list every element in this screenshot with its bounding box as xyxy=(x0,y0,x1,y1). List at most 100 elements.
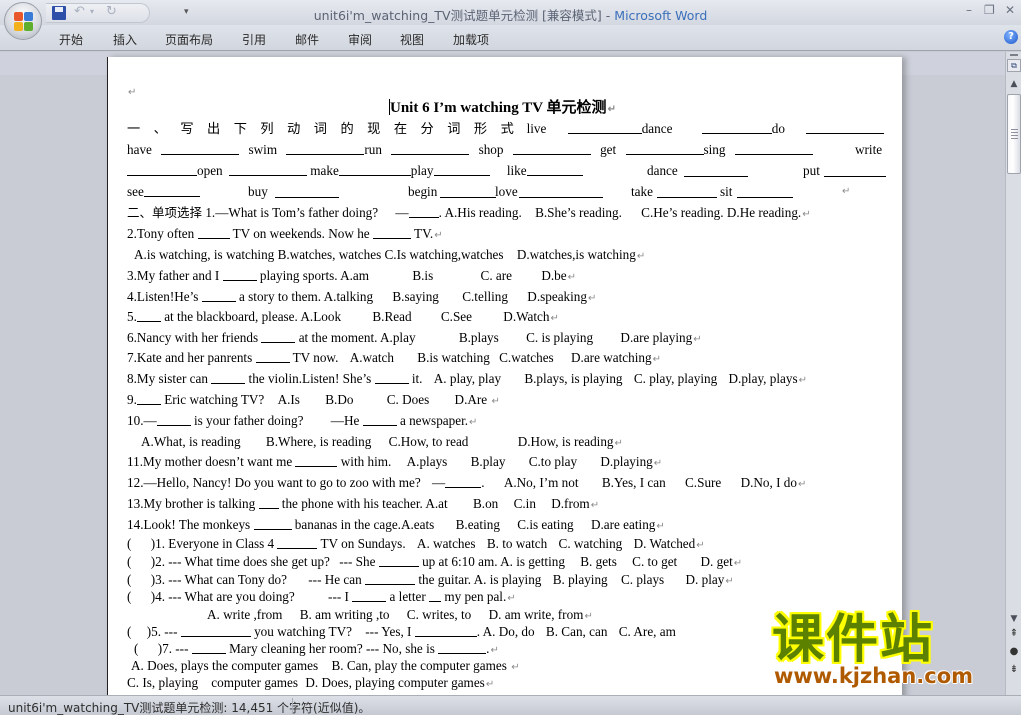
document-page[interactable]: ↵ Unit 6 I’m watching TV 单元检测↵ 一、写出下列动词的… xyxy=(107,57,902,695)
answer-blank[interactable] xyxy=(201,289,236,302)
paren-question-4-options: A. write ,from B. am writing ,to C. writ… xyxy=(207,606,593,624)
scroll-up-arrow-icon[interactable]: ▲ xyxy=(1006,76,1021,92)
word-count-status[interactable]: unit6i'm_watching_TV测试题单元检测: 14,451 个字符(… xyxy=(8,699,370,715)
vertical-scrollbar[interactable]: ⧉ ▲ ▼ ⇞ ● ⇟ xyxy=(1005,52,1021,695)
option-a: playing sports. A.am xyxy=(259,268,370,283)
select-browse-object-icon[interactable]: ● xyxy=(1006,646,1021,657)
answer-blank[interactable] xyxy=(286,142,365,155)
answer-blank[interactable] xyxy=(222,268,257,281)
answer-blank[interactable] xyxy=(433,163,490,176)
empty-paragraph: ↵ xyxy=(127,82,136,100)
answer-blank[interactable] xyxy=(391,142,470,155)
answer-blank[interactable] xyxy=(519,185,603,198)
paren-question-1: ( )1. Everyone in Class 4 TV on Sundays.… xyxy=(127,535,705,553)
answer-blank[interactable] xyxy=(824,164,886,177)
answer-blank[interactable] xyxy=(408,205,439,218)
option-a: A. write ,from xyxy=(207,607,283,622)
answer-blank[interactable] xyxy=(374,371,409,384)
question-text: --- She xyxy=(339,554,376,569)
verb: love xyxy=(495,184,518,199)
question-2-options: A.is watching, is watching B.watches, wa… xyxy=(134,246,645,264)
answer-blank[interactable] xyxy=(136,309,161,322)
answer-blank[interactable] xyxy=(352,589,387,602)
tab-mailings[interactable]: 邮件 xyxy=(295,31,319,48)
answer-blank[interactable] xyxy=(526,163,583,176)
option-b: B.on xyxy=(473,496,499,511)
answer-blank[interactable] xyxy=(295,454,338,467)
option-c: C. Are, am xyxy=(618,624,676,639)
office-button[interactable] xyxy=(4,2,42,40)
answer-paren[interactable]: ( xyxy=(127,624,131,639)
answer-blank[interactable] xyxy=(429,589,442,602)
answer-blank[interactable] xyxy=(338,163,411,176)
tab-review[interactable]: 审阅 xyxy=(348,31,372,48)
question-text: —He xyxy=(330,413,360,428)
answer-blank[interactable] xyxy=(684,164,748,177)
option-a: A. Does, plays the computer games xyxy=(131,658,319,673)
paragraph-mark: ↵ xyxy=(507,593,516,604)
question-text: 9. xyxy=(127,392,137,407)
answer-blank[interactable] xyxy=(211,371,246,384)
tab-view[interactable]: 视图 xyxy=(400,31,424,48)
tab-home[interactable]: 开始 xyxy=(59,31,83,48)
previous-page-icon[interactable]: ⇞ xyxy=(1006,628,1021,639)
answer-blank[interactable] xyxy=(253,517,292,530)
answer-paren[interactable]: ( xyxy=(127,572,131,587)
answer-blank[interactable] xyxy=(255,350,290,363)
answer-blank[interactable] xyxy=(806,121,885,134)
minimize-button[interactable]: – xyxy=(966,3,972,17)
answer-blank[interactable] xyxy=(143,184,200,197)
answer-blank[interactable] xyxy=(372,226,411,239)
question-text: TV. xyxy=(414,226,434,241)
scroll-down-arrow-icon[interactable]: ▼ xyxy=(1006,612,1021,626)
options-text: A.is watching, is watching B.watches, wa… xyxy=(134,247,504,262)
answer-blank[interactable] xyxy=(261,330,296,343)
answer-paren[interactable]: ( xyxy=(127,589,131,604)
answer-paren[interactable]: ( xyxy=(127,536,131,551)
option-d: D.be xyxy=(541,268,567,283)
answer-blank[interactable] xyxy=(191,641,226,654)
answer-blank[interactable] xyxy=(228,163,307,176)
answer-blank[interactable] xyxy=(365,572,416,585)
tab-insert[interactable]: 插入 xyxy=(113,31,137,48)
restore-button[interactable]: ❐ xyxy=(984,3,995,17)
answer-blank[interactable] xyxy=(180,624,251,637)
tab-page-layout[interactable]: 页面布局 xyxy=(165,31,213,48)
answer-blank[interactable] xyxy=(127,163,197,176)
answer-blank[interactable] xyxy=(414,624,477,637)
answer-blank[interactable] xyxy=(258,496,279,509)
answer-blank[interactable] xyxy=(625,142,704,155)
tab-add-ins[interactable]: 加载项 xyxy=(453,31,489,48)
answer-blank[interactable] xyxy=(378,554,419,567)
answer-blank[interactable] xyxy=(737,185,793,198)
scroll-thumb[interactable] xyxy=(1007,94,1021,174)
answer-blank[interactable] xyxy=(657,185,717,198)
answer-paren[interactable]: ( xyxy=(127,554,131,569)
verb: dance xyxy=(647,163,678,178)
answer-blank[interactable] xyxy=(701,121,772,134)
view-ruler-icon[interactable]: ⧉ xyxy=(1007,59,1021,72)
answer-blank[interactable] xyxy=(156,413,191,426)
answer-blank[interactable] xyxy=(275,185,339,198)
answer-blank[interactable] xyxy=(440,185,496,198)
answer-blank[interactable] xyxy=(438,641,487,654)
answer-blank[interactable] xyxy=(445,475,482,488)
option-d: D.are playing xyxy=(620,330,693,345)
answer-blank[interactable] xyxy=(734,142,813,155)
verb: play xyxy=(410,163,434,178)
answer-blank[interactable] xyxy=(197,226,230,239)
split-handle[interactable] xyxy=(1010,54,1018,56)
close-button[interactable]: ✕ xyxy=(1005,3,1015,17)
next-page-icon[interactable]: ⇟ xyxy=(1006,664,1021,675)
answer-paren[interactable]: ( xyxy=(134,641,138,656)
answer-blank[interactable] xyxy=(362,413,397,426)
tab-references[interactable]: 引用 xyxy=(242,31,266,48)
answer-blank[interactable] xyxy=(161,142,240,155)
answer-blank[interactable] xyxy=(277,536,318,549)
option-c: C. play, playing xyxy=(633,371,718,386)
help-icon[interactable]: ? xyxy=(1004,30,1018,44)
answer-blank[interactable] xyxy=(136,392,161,405)
answer-blank[interactable] xyxy=(567,121,642,134)
answer-blank[interactable] xyxy=(512,142,591,155)
option-a: . A.His reading. xyxy=(438,205,522,220)
